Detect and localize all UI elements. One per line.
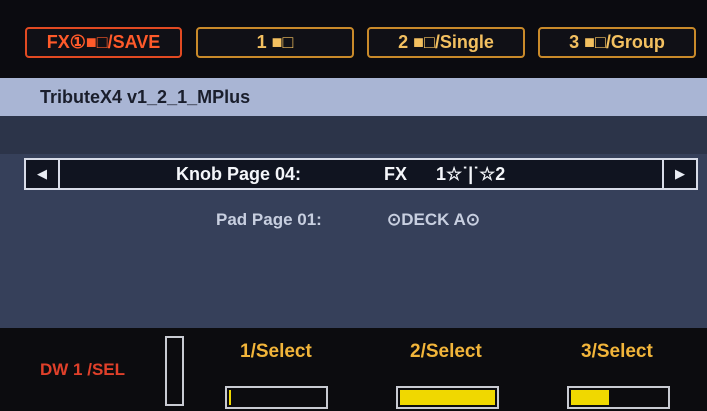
knob-page-selector: ◀ Knob Page 04: FX 1☆˙|˙☆2 ▶ xyxy=(24,158,698,190)
select-3-meter[interactable] xyxy=(567,386,670,409)
select-3-meter-fill xyxy=(571,390,609,405)
dw-select-label: DW 1 /SEL xyxy=(40,360,126,379)
mapping-title: TributeX4 v1_2_1_MPlus xyxy=(40,86,251,107)
previous-page-arrow-icon[interactable]: ◀ xyxy=(26,160,60,188)
deck-3-group-button[interactable]: 3 ■□/Group xyxy=(538,27,696,58)
knob-page-label: Knob Page 04: xyxy=(176,164,302,184)
knob-fx-label: FX xyxy=(384,164,408,184)
top-button-bar: FX①■□/SAVE 1 ■□ 2 ■□/Single 3 ■□/Group xyxy=(0,0,707,78)
main-panel xyxy=(0,116,707,328)
dw-level-bar xyxy=(165,336,184,406)
select-2-label: 2/Select xyxy=(410,341,482,362)
controller-screen: FX①■□/SAVE 1 ■□ 2 ■□/Single 3 ■□/Group T… xyxy=(0,0,707,411)
pad-page-label: Pad Page 01: xyxy=(216,210,322,229)
fx-save-button[interactable]: FX①■□/SAVE xyxy=(25,27,182,58)
select-2-meter[interactable] xyxy=(396,386,499,409)
pad-deck-label: ⊙DECK A⊙ xyxy=(387,210,481,229)
next-page-arrow-icon[interactable]: ▶ xyxy=(662,160,696,188)
panel-top-strip xyxy=(0,116,707,154)
knob-slots-label: 1☆˙|˙☆2 xyxy=(436,164,506,184)
select-2-meter-fill xyxy=(400,390,495,405)
deck-1-button[interactable]: 1 ■□ xyxy=(196,27,354,58)
mapping-title-bar: TributeX4 v1_2_1_MPlus xyxy=(0,78,707,116)
deck-2-single-button[interactable]: 2 ■□/Single xyxy=(367,27,525,58)
select-1-meter[interactable] xyxy=(225,386,328,409)
select-1-label: 1/Select xyxy=(240,341,312,362)
select-3-label: 3/Select xyxy=(581,341,653,362)
select-1-meter-fill xyxy=(229,390,231,405)
